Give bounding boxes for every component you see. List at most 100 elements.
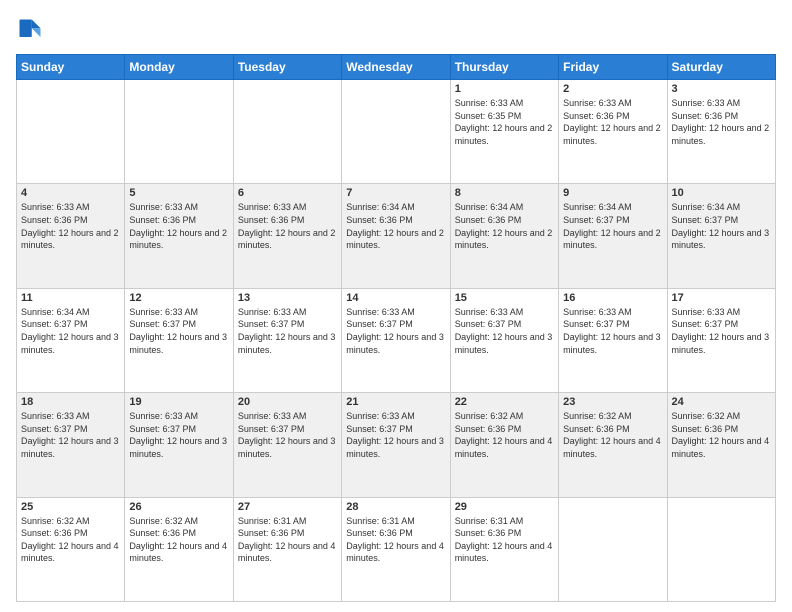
day-number: 8 bbox=[455, 187, 554, 199]
day-info: Sunrise: 6:33 AMSunset: 6:37 PMDaylight:… bbox=[672, 306, 771, 356]
weekday-header-friday: Friday bbox=[559, 55, 667, 80]
day-cell: 24 Sunrise: 6:32 AMSunset: 6:36 PMDayligh… bbox=[667, 393, 775, 497]
day-number: 1 bbox=[455, 83, 554, 95]
day-cell: 3Sunrise: 6:33 AMSunset: 6:36 PMDaylight… bbox=[667, 80, 775, 184]
day-cell: 15 Sunrise: 6:33 AMSunset: 6:37 PMDayligh… bbox=[450, 288, 558, 392]
day-cell: 25 Sunrise: 6:32 AMSunset: 6:36 PMDayligh… bbox=[17, 497, 125, 601]
day-cell: 14 Sunrise: 6:33 AMSunset: 6:37 PMDayligh… bbox=[342, 288, 450, 392]
weekday-header-row: SundayMondayTuesdayWednesdayThursdayFrid… bbox=[17, 55, 776, 80]
day-cell: 26 Sunrise: 6:32 AMSunset: 6:36 PMDayligh… bbox=[125, 497, 233, 601]
day-number: 28 bbox=[346, 501, 445, 513]
day-cell: 17 Sunrise: 6:33 AMSunset: 6:37 PMDayligh… bbox=[667, 288, 775, 392]
day-cell: 2 Sunrise: 6:33 AMSunset: 6:36 PMDaylight… bbox=[559, 80, 667, 184]
day-cell bbox=[667, 497, 775, 601]
day-info: Sunrise: 6:33 AMSunset: 6:36 PMDaylight:… bbox=[563, 97, 662, 147]
day-info: Sunrise: 6:33 AMSunset: 6:37 PMDaylight:… bbox=[129, 306, 228, 356]
week-row-5: 25 Sunrise: 6:32 AMSunset: 6:36 PMDayligh… bbox=[17, 497, 776, 601]
day-info: Sunrise: 6:31 AMSunset: 6:36 PMDaylight:… bbox=[238, 515, 337, 565]
day-cell: 20 Sunrise: 6:33 AMSunset: 6:37 PMDayligh… bbox=[233, 393, 341, 497]
week-row-4: 18 Sunrise: 6:33 AMSunset: 6:37 PMDayligh… bbox=[17, 393, 776, 497]
day-number: 24 bbox=[672, 396, 771, 408]
day-cell: 27Sunrise: 6:31 AMSunset: 6:36 PMDayligh… bbox=[233, 497, 341, 601]
day-cell: 21Sunrise: 6:33 AMSunset: 6:37 PMDayligh… bbox=[342, 393, 450, 497]
day-number: 11 bbox=[21, 292, 120, 304]
weekday-header-tuesday: Tuesday bbox=[233, 55, 341, 80]
day-number: 19 bbox=[129, 396, 228, 408]
day-info: Sunrise: 6:32 AMSunset: 6:36 PMDaylight:… bbox=[21, 515, 120, 565]
day-number: 23 bbox=[563, 396, 662, 408]
weekday-header-saturday: Saturday bbox=[667, 55, 775, 80]
day-cell bbox=[17, 80, 125, 184]
day-number: 2 bbox=[563, 83, 662, 95]
day-cell: 18Sunrise: 6:33 AMSunset: 6:37 PMDayligh… bbox=[17, 393, 125, 497]
day-info: Sunrise: 6:33 AMSunset: 6:37 PMDaylight:… bbox=[346, 410, 445, 460]
weekday-header-monday: Monday bbox=[125, 55, 233, 80]
day-info: Sunrise: 6:34 AMSunset: 6:37 PMDaylight:… bbox=[21, 306, 120, 356]
day-info: Sunrise: 6:34 AMSunset: 6:37 PMDaylight:… bbox=[563, 201, 662, 251]
day-info: Sunrise: 6:33 AMSunset: 6:37 PMDaylight:… bbox=[238, 410, 337, 460]
day-number: 26 bbox=[129, 501, 228, 513]
day-info: Sunrise: 6:33 AMSunset: 6:37 PMDaylight:… bbox=[346, 306, 445, 356]
day-info: Sunrise: 6:33 AMSunset: 6:36 PMDaylight:… bbox=[672, 97, 771, 147]
day-number: 29 bbox=[455, 501, 554, 513]
day-number: 9 bbox=[563, 187, 662, 199]
day-info: Sunrise: 6:31 AMSunset: 6:36 PMDaylight:… bbox=[346, 515, 445, 565]
header bbox=[16, 16, 776, 44]
day-info: Sunrise: 6:33 AMSunset: 6:37 PMDaylight:… bbox=[455, 306, 554, 356]
day-cell: 11 Sunrise: 6:34 AMSunset: 6:37 PMDayligh… bbox=[17, 288, 125, 392]
day-number: 18 bbox=[21, 396, 120, 408]
day-number: 4 bbox=[21, 187, 120, 199]
day-cell bbox=[233, 80, 341, 184]
day-number: 13 bbox=[238, 292, 337, 304]
week-row-1: 1 Sunrise: 6:33 AMSunset: 6:35 PMDaylight… bbox=[17, 80, 776, 184]
day-info: Sunrise: 6:32 AMSunset: 6:36 PMDaylight:… bbox=[455, 410, 554, 460]
day-info: Sunrise: 6:33 AMSunset: 6:35 PMDaylight:… bbox=[455, 97, 554, 147]
day-number: 15 bbox=[455, 292, 554, 304]
day-number: 25 bbox=[21, 501, 120, 513]
day-cell: 10 Sunrise: 6:34 AMSunset: 6:37 PMDayligh… bbox=[667, 184, 775, 288]
day-info: Sunrise: 6:33 AMSunset: 6:36 PMDaylight:… bbox=[21, 201, 120, 251]
logo-icon bbox=[16, 16, 44, 44]
weekday-header-sunday: Sunday bbox=[17, 55, 125, 80]
week-row-3: 11 Sunrise: 6:34 AMSunset: 6:37 PMDayligh… bbox=[17, 288, 776, 392]
page: SundayMondayTuesdayWednesdayThursdayFrid… bbox=[0, 0, 792, 612]
day-cell: 28 Sunrise: 6:31 AMSunset: 6:36 PMDayligh… bbox=[342, 497, 450, 601]
day-cell: 16Sunrise: 6:33 AMSunset: 6:37 PMDayligh… bbox=[559, 288, 667, 392]
day-number: 5 bbox=[129, 187, 228, 199]
day-cell: 1 Sunrise: 6:33 AMSunset: 6:35 PMDaylight… bbox=[450, 80, 558, 184]
day-number: 17 bbox=[672, 292, 771, 304]
day-info: Sunrise: 6:33 AMSunset: 6:37 PMDaylight:… bbox=[238, 306, 337, 356]
day-info: Sunrise: 6:31 AMSunset: 6:36 PMDaylight:… bbox=[455, 515, 554, 565]
day-cell: 22 Sunrise: 6:32 AMSunset: 6:36 PMDayligh… bbox=[450, 393, 558, 497]
day-info: Sunrise: 6:32 AMSunset: 6:36 PMDaylight:… bbox=[563, 410, 662, 460]
day-number: 22 bbox=[455, 396, 554, 408]
day-info: Sunrise: 6:32 AMSunset: 6:36 PMDaylight:… bbox=[672, 410, 771, 460]
logo bbox=[16, 16, 48, 44]
day-cell: 4 Sunrise: 6:33 AMSunset: 6:36 PMDaylight… bbox=[17, 184, 125, 288]
day-number: 20 bbox=[238, 396, 337, 408]
day-number: 7 bbox=[346, 187, 445, 199]
day-number: 10 bbox=[672, 187, 771, 199]
day-cell: 13 Sunrise: 6:33 AMSunset: 6:37 PMDayligh… bbox=[233, 288, 341, 392]
calendar-table: SundayMondayTuesdayWednesdayThursdayFrid… bbox=[16, 54, 776, 602]
day-number: 14 bbox=[346, 292, 445, 304]
weekday-header-wednesday: Wednesday bbox=[342, 55, 450, 80]
day-cell: 9 Sunrise: 6:34 AMSunset: 6:37 PMDaylight… bbox=[559, 184, 667, 288]
day-number: 16 bbox=[563, 292, 662, 304]
day-info: Sunrise: 6:34 AMSunset: 6:37 PMDaylight:… bbox=[672, 201, 771, 251]
day-info: Sunrise: 6:34 AMSunset: 6:36 PMDaylight:… bbox=[346, 201, 445, 251]
day-info: Sunrise: 6:34 AMSunset: 6:36 PMDaylight:… bbox=[455, 201, 554, 251]
day-number: 12 bbox=[129, 292, 228, 304]
day-info: Sunrise: 6:32 AMSunset: 6:36 PMDaylight:… bbox=[129, 515, 228, 565]
day-cell: 29 Sunrise: 6:31 AMSunset: 6:36 PMDayligh… bbox=[450, 497, 558, 601]
day-info: Sunrise: 6:33 AMSunset: 6:37 PMDaylight:… bbox=[129, 410, 228, 460]
day-cell bbox=[559, 497, 667, 601]
day-cell: 8 Sunrise: 6:34 AMSunset: 6:36 PMDaylight… bbox=[450, 184, 558, 288]
day-cell: 23 Sunrise: 6:32 AMSunset: 6:36 PMDayligh… bbox=[559, 393, 667, 497]
day-cell: 12 Sunrise: 6:33 AMSunset: 6:37 PMDayligh… bbox=[125, 288, 233, 392]
day-cell: 7 Sunrise: 6:34 AMSunset: 6:36 PMDaylight… bbox=[342, 184, 450, 288]
weekday-header-thursday: Thursday bbox=[450, 55, 558, 80]
day-info: Sunrise: 6:33 AMSunset: 6:36 PMDaylight:… bbox=[238, 201, 337, 251]
day-number: 6 bbox=[238, 187, 337, 199]
day-cell bbox=[125, 80, 233, 184]
